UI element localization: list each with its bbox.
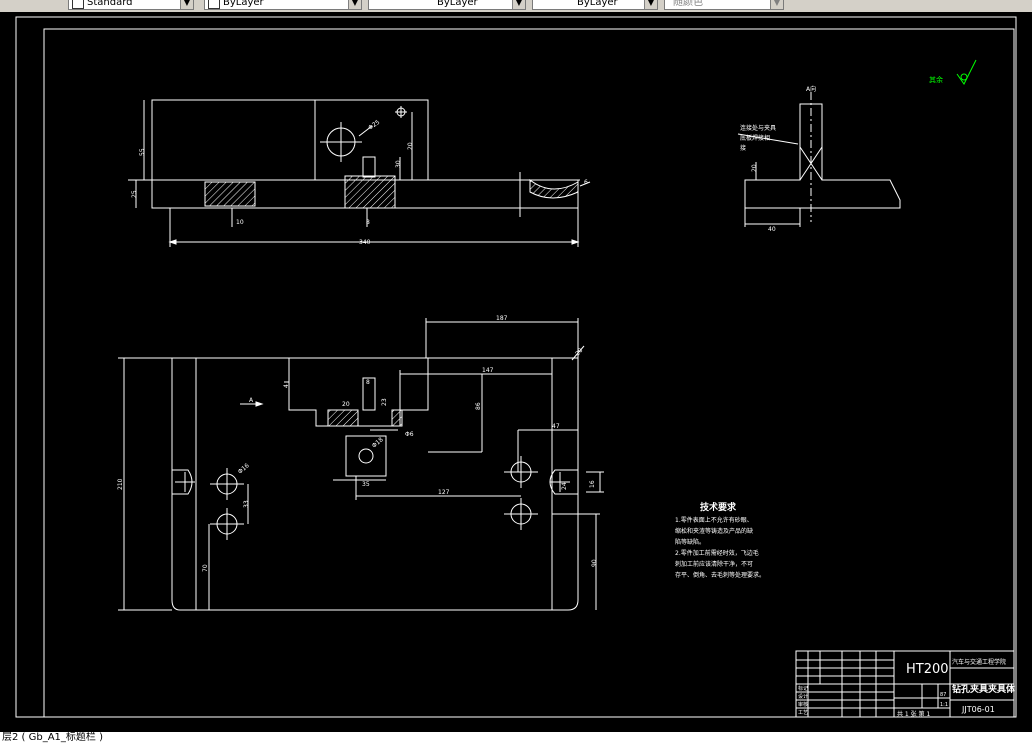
- dim-187: 187: [496, 315, 508, 322]
- tech-req-line-2: 缩松和夹渣等铸造及产品的缺: [675, 527, 753, 535]
- cad-drawing: 340 55 25 Φ25 20 30 10 8 6 A向 连接处与夹具 底板焊…: [15, 16, 1017, 718]
- chevron-down-icon[interactable]: ▼: [644, 0, 657, 9]
- tech-req-line-4: 2.零件加工前需经时效，飞边毛: [675, 549, 759, 557]
- dim-47: 47: [552, 423, 560, 430]
- outer-frame: [15, 16, 1017, 718]
- dim-55: 55: [139, 148, 146, 156]
- linetype-dropdown[interactable]: ByLayer ▼: [368, 0, 526, 10]
- school-label: 汽车与交通工程学院: [952, 658, 1006, 666]
- chevron-down-icon[interactable]: ▼: [180, 0, 193, 9]
- dim-slot-h: 16: [589, 480, 596, 488]
- dim-20-plan: 20: [342, 401, 350, 408]
- dim-hole-dia: Φ25: [367, 119, 381, 132]
- dim-210: 210: [117, 478, 124, 490]
- scale-value: 1:1: [940, 702, 948, 708]
- dim-8-plan: 8: [366, 379, 370, 386]
- section-dim-20: 20: [751, 164, 758, 172]
- tech-req-line-5: 刺加工前应该清除干净，不可: [675, 560, 753, 568]
- dim-147: 147: [482, 367, 494, 374]
- chevron-down-icon[interactable]: ▼: [770, 0, 783, 9]
- row-label-mark: 标记: [798, 685, 808, 692]
- front-view: [128, 99, 591, 247]
- section-note-1: 连接处与夹具: [740, 124, 776, 132]
- section-note-3: 接: [740, 144, 746, 152]
- section-title: A向: [806, 85, 816, 93]
- layer-value: ByLayer: [223, 0, 264, 8]
- lineweight-value: ByLayer: [577, 0, 618, 8]
- dim-20: 20: [407, 142, 414, 150]
- text-style-icon: [72, 0, 84, 9]
- section-dim-40: 40: [768, 226, 776, 233]
- lineweight-dropdown[interactable]: ByLayer ▼: [532, 0, 658, 10]
- dim-slot-w: 24: [561, 482, 568, 490]
- chevron-down-icon[interactable]: ▼: [512, 0, 525, 9]
- inner-frame: [43, 28, 1015, 718]
- view-direction-label: A: [249, 397, 254, 404]
- linetype-value: ByLayer: [437, 0, 478, 8]
- dim-340: 340: [359, 239, 371, 246]
- plan-view: [118, 318, 604, 611]
- dim-25: 25: [131, 190, 138, 198]
- text-style-dropdown[interactable]: Standard ▼: [68, 0, 194, 10]
- row-label-design: 设计: [798, 693, 808, 700]
- roughness-symbol: [956, 59, 977, 85]
- row-label-review: 审核: [798, 701, 808, 708]
- section-note-2: 底板焊接相: [740, 134, 770, 142]
- sheet-count: 共 1 张 第 1: [897, 710, 930, 718]
- layer-dropdown[interactable]: ByLayer ▼: [204, 0, 362, 10]
- tech-req-line-6: 存平、倒角、去毛刺等处理要求。: [675, 571, 765, 579]
- dim-phi16: Φ16: [237, 462, 251, 475]
- section-view-a: [737, 92, 901, 227]
- dim-33: 33: [243, 500, 250, 508]
- weight-value: 87: [940, 692, 946, 698]
- dim-86: 86: [475, 402, 482, 410]
- dim-phi6: Φ6: [405, 431, 414, 438]
- tech-req-title: 技术要求: [700, 501, 737, 513]
- material-label: HT200: [906, 662, 949, 677]
- color-swatch-icon: [208, 0, 220, 9]
- dim-10: 10: [236, 219, 244, 226]
- dim-30: 30: [395, 160, 402, 168]
- dim-35: 35: [362, 481, 370, 488]
- drawing-canvas[interactable]: 340 55 25 Φ25 20 30 10 8 6 A向 连接处与夹具 底板焊…: [0, 12, 1032, 732]
- status-bar: 层2 ( Gb_A1_标题栏 ): [0, 732, 1032, 744]
- chevron-down-icon[interactable]: ▼: [348, 0, 361, 9]
- dim-23: 23: [381, 398, 388, 406]
- dim-6: 6: [584, 179, 588, 186]
- part-name: 钻孔夹具夹具体: [952, 683, 1016, 695]
- drawing-number: JJT06-01: [961, 705, 995, 714]
- tech-req-line-3: 陷等缺陷。: [675, 538, 705, 546]
- roughness-label: 其余: [929, 75, 943, 84]
- plotstyle-value: 随颜色: [673, 0, 703, 8]
- dim-90: 90: [591, 559, 598, 567]
- text-style-value: Standard: [87, 0, 133, 8]
- plotstyle-dropdown[interactable]: 随颜色 ▼: [664, 0, 784, 10]
- row-label-process: 工艺: [798, 710, 808, 716]
- tech-req-line-1: 1.零件表面上不允许有砂眼、: [675, 516, 753, 524]
- dim-4: 4: [283, 384, 290, 388]
- dim-70: 70: [202, 564, 209, 572]
- dim-127: 127: [438, 489, 450, 496]
- dim-8: 8: [366, 219, 370, 226]
- dim-phi18: Φ18: [371, 436, 385, 449]
